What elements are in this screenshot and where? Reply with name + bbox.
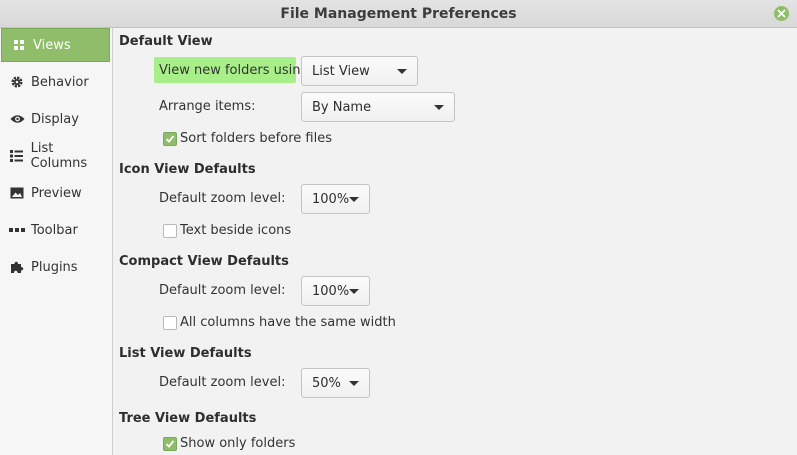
preferences-panel: Default View View new folders using: Lis…	[113, 28, 797, 455]
compact-zoom-label: Default zoom level:	[159, 283, 286, 298]
same-width-label: All columns have the same width	[180, 315, 396, 330]
image-icon	[9, 185, 25, 201]
gear-icon	[9, 74, 25, 90]
sidebar-item-behavior[interactable]: Behavior	[0, 65, 112, 99]
section-heading-default-view: Default View	[119, 34, 213, 49]
sidebar-item-list-columns[interactable]: List Columns	[0, 139, 112, 173]
sidebar-item-plugins[interactable]: Plugins	[0, 250, 112, 284]
sort-folders-checkbox[interactable]	[163, 131, 177, 146]
dropdown-value: List View	[312, 63, 370, 79]
show-only-folders-option[interactable]: Show only folders	[163, 436, 295, 451]
sidebar-item-label: Views	[33, 37, 71, 53]
text-beside-icons-option[interactable]: Text beside icons	[163, 223, 291, 238]
section-heading-icon-view: Icon View Defaults	[119, 162, 256, 177]
view-mode-dropdown[interactable]: List View	[301, 56, 418, 86]
grid-icon	[11, 37, 27, 53]
chevron-down-icon	[397, 69, 407, 74]
sort-folders-option[interactable]: Sort folders before files	[163, 131, 332, 146]
section-heading-compact-view: Compact View Defaults	[119, 254, 289, 269]
arrange-items-dropdown[interactable]: By Name	[301, 92, 455, 122]
chevron-down-icon	[349, 381, 359, 386]
eye-icon	[9, 111, 25, 127]
section-heading-tree-view: Tree View Defaults	[119, 411, 257, 426]
sidebar-item-label: Plugins	[31, 259, 78, 275]
text-beside-icons-checkbox[interactable]	[163, 223, 177, 238]
sidebar-item-label: List Columns	[30, 141, 88, 171]
icon-zoom-label: Default zoom level:	[159, 191, 286, 206]
chevron-down-icon	[349, 197, 359, 202]
window-title: File Management Preferences	[280, 6, 517, 22]
arrange-items-label: Arrange items:	[159, 99, 256, 114]
dropdown-value: 100%	[312, 283, 350, 299]
window-titlebar: File Management Preferences	[0, 0, 797, 28]
sidebar-item-toolbar[interactable]: Toolbar	[0, 213, 112, 247]
sidebar-item-label: Toolbar	[31, 222, 78, 238]
text-beside-icons-label: Text beside icons	[180, 223, 292, 238]
show-only-folders-checkbox[interactable]	[163, 436, 177, 451]
section-heading-list-view: List View Defaults	[119, 346, 252, 361]
sidebar-item-label: Behavior	[31, 74, 89, 90]
same-width-option[interactable]: All columns have the same width	[163, 315, 396, 330]
sidebar-item-label: Preview	[31, 185, 82, 201]
sidebar-item-display[interactable]: Display	[0, 102, 112, 136]
compact-zoom-dropdown[interactable]: 100%	[301, 276, 370, 306]
list-zoom-dropdown[interactable]: 50%	[301, 368, 370, 398]
list-zoom-label: Default zoom level:	[159, 375, 286, 390]
close-icon[interactable]	[774, 6, 789, 21]
same-width-checkbox[interactable]	[163, 315, 177, 330]
puzzle-icon	[9, 259, 25, 275]
sidebar-item-views[interactable]: Views	[1, 28, 110, 62]
icon-zoom-dropdown[interactable]: 100%	[301, 184, 370, 214]
view-new-folders-label: View new folders using:	[159, 63, 314, 78]
dropdown-value: 50%	[312, 375, 341, 391]
sort-folders-label: Sort folders before files	[180, 131, 332, 146]
chevron-down-icon	[349, 289, 359, 294]
dropdown-value: By Name	[312, 99, 372, 115]
dropdown-value: 100%	[312, 191, 350, 207]
sidebar-item-preview[interactable]: Preview	[0, 176, 112, 210]
dots-icon	[9, 222, 25, 238]
list-columns-icon	[9, 148, 25, 164]
sidebar: Views Behavior Display List Columns Prev…	[0, 28, 113, 455]
chevron-down-icon	[434, 105, 444, 110]
show-only-folders-label: Show only folders	[180, 436, 296, 451]
sidebar-item-label: Display	[31, 111, 79, 127]
